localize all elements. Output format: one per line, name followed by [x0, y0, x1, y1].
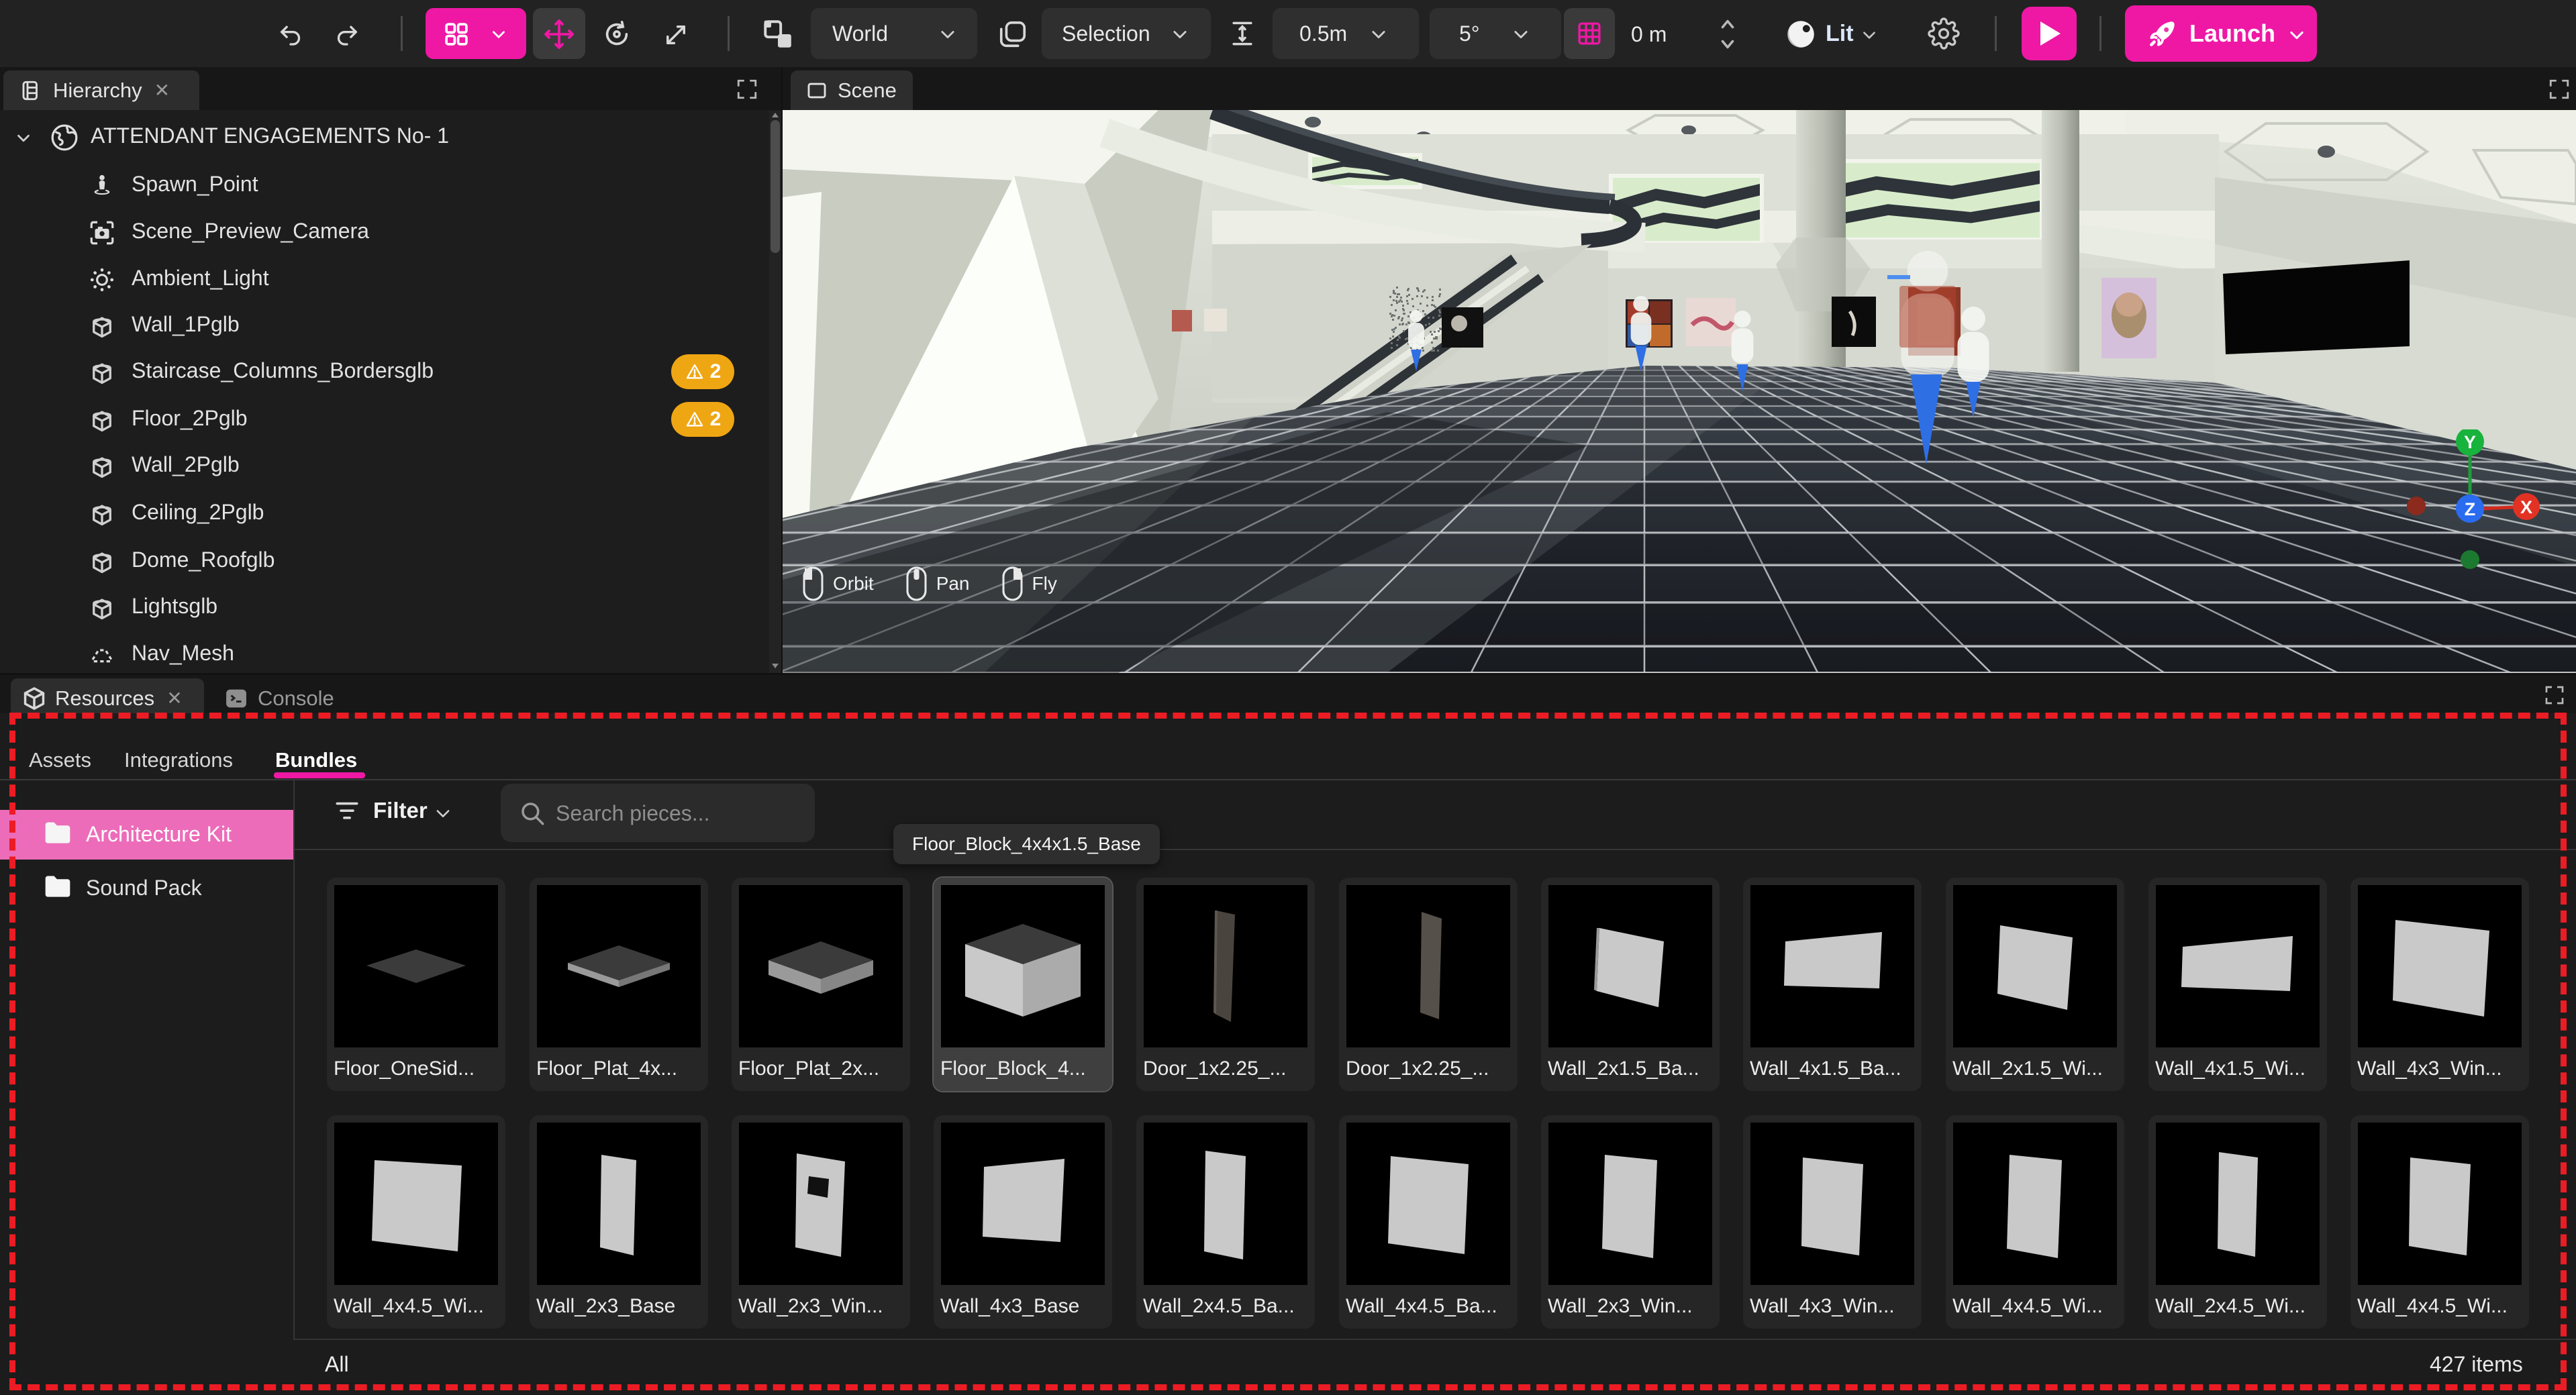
svg-text:Y: Y	[2464, 432, 2476, 452]
svg-text:Z: Z	[2465, 499, 2476, 519]
svg-text:X: X	[2520, 497, 2532, 517]
